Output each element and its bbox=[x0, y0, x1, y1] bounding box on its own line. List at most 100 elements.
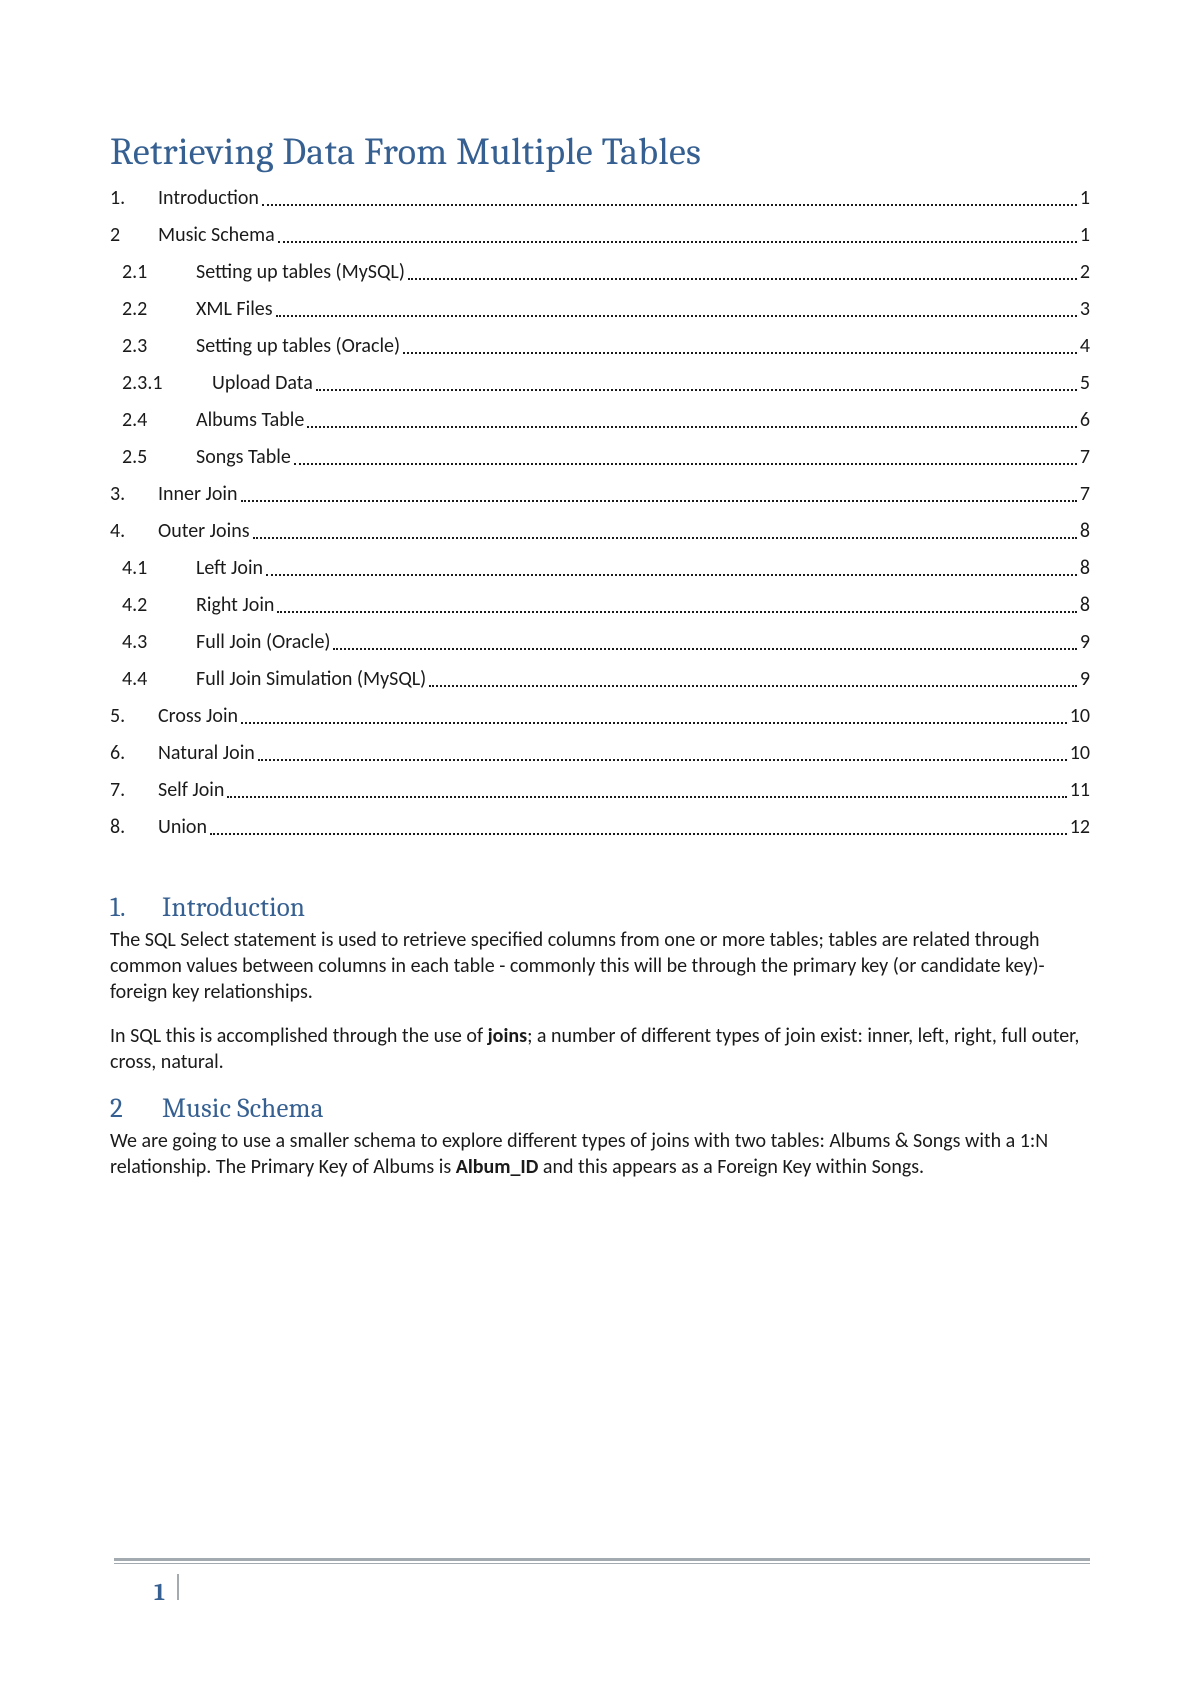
toc-entry-page: 6 bbox=[1080, 410, 1090, 431]
toc-entry[interactable]: 5. Cross Join 10 bbox=[110, 698, 1090, 735]
footer-divider bbox=[177, 1574, 179, 1600]
toc-entry-page: 8 bbox=[1080, 595, 1090, 616]
toc-entry-text: Music Schema bbox=[158, 225, 275, 246]
toc-entry[interactable]: 7. Self Join 11 bbox=[110, 772, 1090, 809]
toc-entry-number: 2.4 bbox=[122, 410, 186, 431]
toc-leader-dots bbox=[403, 336, 1077, 354]
toc-entry[interactable]: 2.3Setting up tables (Oracle)4 bbox=[110, 328, 1090, 365]
section-number: 1. bbox=[110, 892, 162, 923]
toc-entry-text: Songs Table bbox=[196, 447, 291, 468]
toc-entry-text: Left Join bbox=[196, 558, 263, 579]
toc-entry-number: 6. bbox=[110, 743, 148, 764]
toc-entry-text: Cross Join bbox=[158, 706, 238, 727]
toc-entry-text: Natural Join bbox=[158, 743, 255, 764]
toc-entry-page: 10 bbox=[1070, 706, 1090, 727]
footer-page-box: 1 bbox=[114, 1574, 179, 1606]
toc-entry[interactable]: 4.2 Right Join 8 bbox=[110, 587, 1090, 624]
toc-entry-page: 7 bbox=[1080, 484, 1090, 505]
toc-leader-dots bbox=[241, 706, 1067, 724]
toc-entry-page: 8 bbox=[1080, 521, 1090, 542]
toc-entry[interactable]: 2Music Schema1 bbox=[110, 217, 1090, 254]
toc-entry-number: 4. bbox=[110, 521, 148, 542]
section-heading-introduction: 1.Introduction bbox=[110, 892, 1090, 923]
page-footer: 1 bbox=[114, 1558, 1090, 1606]
toc-entry-number: 2.2 bbox=[122, 299, 186, 320]
text-run: In SQL this is accomplished through the … bbox=[110, 1024, 488, 1048]
toc-entry-text: XML Files bbox=[196, 299, 273, 320]
toc-leader-dots bbox=[241, 484, 1077, 502]
toc-entry-number: 4.1 bbox=[122, 558, 186, 579]
toc-entry-page: 12 bbox=[1070, 817, 1090, 838]
toc-entry[interactable]: 2.4 Albums Table 6 bbox=[110, 402, 1090, 439]
toc-leader-dots bbox=[333, 632, 1076, 650]
intro-paragraph-1: The SQL Select statement is used to retr… bbox=[110, 927, 1090, 1005]
toc-entry[interactable]: 8. Union 12 bbox=[110, 809, 1090, 846]
toc-entry-page: 9 bbox=[1080, 632, 1090, 653]
table-of-contents: 1.Introduction12Music Schema12.1Setting … bbox=[110, 180, 1090, 846]
toc-leader-dots bbox=[408, 262, 1077, 280]
toc-entry-page: 11 bbox=[1070, 780, 1090, 801]
footer-rule bbox=[114, 1558, 1090, 1561]
toc-entry-page: 10 bbox=[1070, 743, 1090, 764]
toc-entry-page: 2 bbox=[1080, 262, 1090, 283]
toc-entry-page: 1 bbox=[1080, 225, 1090, 246]
toc-entry[interactable]: 4.4Full Join Simulation (MySQL)9 bbox=[110, 661, 1090, 698]
toc-entry[interactable]: 4.1 Left Join 8 bbox=[110, 550, 1090, 587]
toc-entry[interactable]: 2.3.1Upload Data5 bbox=[110, 365, 1090, 402]
toc-entry-number: 3. bbox=[110, 484, 148, 505]
toc-leader-dots bbox=[253, 521, 1077, 539]
toc-leader-dots bbox=[277, 595, 1076, 613]
toc-entry[interactable]: 1. Introduction 1 bbox=[110, 180, 1090, 217]
toc-entry[interactable]: 2.1 Setting up tables (MySQL) 2 bbox=[110, 254, 1090, 291]
toc-entry-number: 4.2 bbox=[122, 595, 186, 616]
toc-leader-dots bbox=[316, 373, 1077, 391]
toc-entry[interactable]: 4.3 Full Join (Oracle) 9 bbox=[110, 624, 1090, 661]
toc-entry-page: 8 bbox=[1080, 558, 1090, 579]
intro-paragraph-2: In SQL this is accomplished through the … bbox=[110, 1023, 1090, 1075]
toc-entry-page: 1 bbox=[1080, 188, 1090, 209]
toc-leader-dots bbox=[276, 299, 1077, 317]
text-bold: joins bbox=[488, 1024, 527, 1048]
toc-entry-number: 2.3 bbox=[122, 336, 186, 357]
toc-leader-dots bbox=[262, 188, 1077, 206]
toc-entry-text: Outer Joins bbox=[158, 521, 250, 542]
toc-leader-dots bbox=[227, 780, 1066, 798]
section-number: 2 bbox=[110, 1093, 162, 1124]
toc-entry-number: 2.3.1 bbox=[122, 373, 202, 394]
text-run: and this appears as a Foreign Key within… bbox=[538, 1155, 924, 1179]
toc-entry-page: 5 bbox=[1080, 373, 1090, 394]
toc-entry[interactable]: 3. Inner Join 7 bbox=[110, 476, 1090, 513]
toc-entry[interactable]: 6. Natural Join 10 bbox=[110, 735, 1090, 772]
toc-entry-number: 7. bbox=[110, 780, 148, 801]
toc-entry-text: Introduction bbox=[158, 188, 259, 209]
section-title: Music Schema bbox=[162, 1093, 324, 1124]
toc-entry-text: Right Join bbox=[196, 595, 274, 616]
toc-entry-number: 4.4 bbox=[122, 669, 186, 690]
toc-entry-number: 2.5 bbox=[122, 447, 186, 468]
toc-entry-text: Full Join (Oracle) bbox=[196, 632, 330, 653]
toc-leader-dots bbox=[210, 817, 1067, 835]
toc-entry-text: Inner Join bbox=[158, 484, 238, 505]
section-heading-music-schema: 2Music Schema bbox=[110, 1093, 1090, 1124]
toc-entry-text: Setting up tables (Oracle) bbox=[196, 336, 400, 357]
toc-entry-number: 4.3 bbox=[122, 632, 186, 653]
toc-entry-text: Setting up tables (MySQL) bbox=[196, 262, 405, 283]
toc-leader-dots bbox=[294, 447, 1077, 465]
toc-entry-number: 1. bbox=[110, 188, 148, 209]
toc-entry-number: 5. bbox=[110, 706, 148, 727]
toc-entry-text: Albums Table bbox=[196, 410, 304, 431]
toc-entry-number: 8. bbox=[110, 817, 148, 838]
toc-entry[interactable]: 4. Outer Joins 8 bbox=[110, 513, 1090, 550]
toc-entry-text: Union bbox=[158, 817, 207, 838]
toc-leader-dots bbox=[307, 410, 1077, 428]
toc-entry[interactable]: 2.5Songs Table7 bbox=[110, 439, 1090, 476]
document-page: Retrieving Data From Multiple Tables 1.I… bbox=[0, 0, 1200, 1698]
toc-entry-text: Self Join bbox=[158, 780, 224, 801]
section-title: Introduction bbox=[162, 892, 305, 923]
document-title: Retrieving Data From Multiple Tables bbox=[110, 130, 1090, 174]
page-number: 1 bbox=[114, 1578, 175, 1606]
toc-entry-number: 2.1 bbox=[122, 262, 186, 283]
toc-leader-dots bbox=[266, 558, 1077, 576]
text-bold: Album_ID bbox=[456, 1155, 539, 1179]
toc-entry[interactable]: 2.2XML Files3 bbox=[110, 291, 1090, 328]
